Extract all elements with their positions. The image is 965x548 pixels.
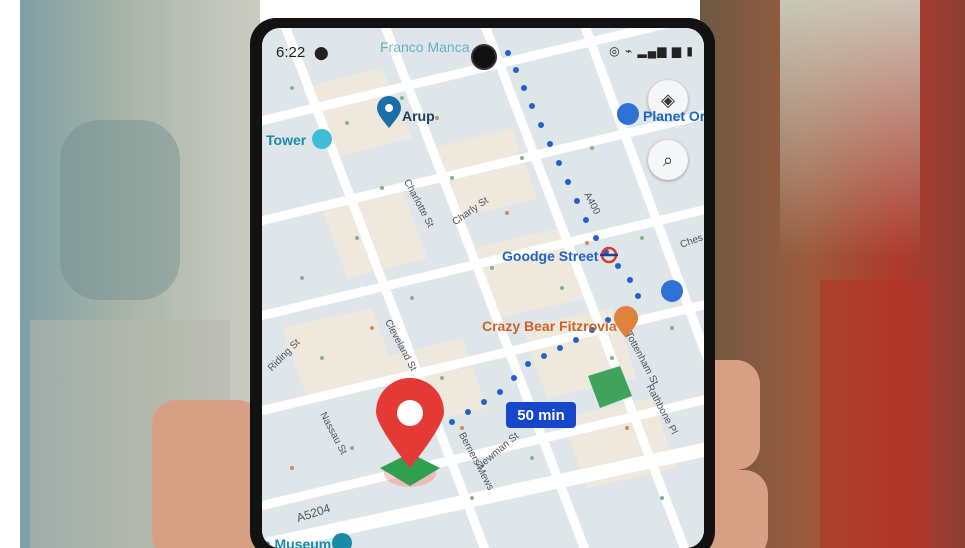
location-icon: ⬤ [314, 45, 329, 60]
poi-goodge-street[interactable]: Goodge Street [502, 248, 598, 264]
poi-arup[interactable]: Arup [402, 108, 435, 124]
destination-pin[interactable] [376, 377, 444, 487]
phone-screen: 6:22 ⬤ ◎ ⌁ ▂▄▆ ▆ ▮ ◈ ⌕ Franco Manca Arup… [262, 28, 704, 548]
thumb [152, 400, 262, 548]
poi-crazy-bear[interactable]: Crazy Bear Fitzrovia [482, 318, 617, 334]
poi-tower[interactable]: Tower [266, 132, 306, 148]
poi-planet[interactable]: Planet Or [643, 108, 704, 124]
search-button[interactable]: ⌕ [648, 140, 688, 180]
search-icon: ⌕ [662, 149, 674, 170]
poi-museum[interactable]: n Museum [262, 536, 331, 548]
camera-hole [471, 44, 497, 70]
photo-scene: 6:22 ⬤ ◎ ⌁ ▂▄▆ ▆ ▮ ◈ ⌕ Franco Manca Arup… [0, 0, 965, 548]
status-time: 6:22 [276, 44, 306, 61]
poi-franco-manca[interactable]: Franco Manca [380, 39, 469, 55]
status-icons: ◎ ⌁ ▂▄▆ ▆ ▮ [609, 44, 694, 58]
eta-badge[interactable]: 50 min [506, 402, 576, 428]
